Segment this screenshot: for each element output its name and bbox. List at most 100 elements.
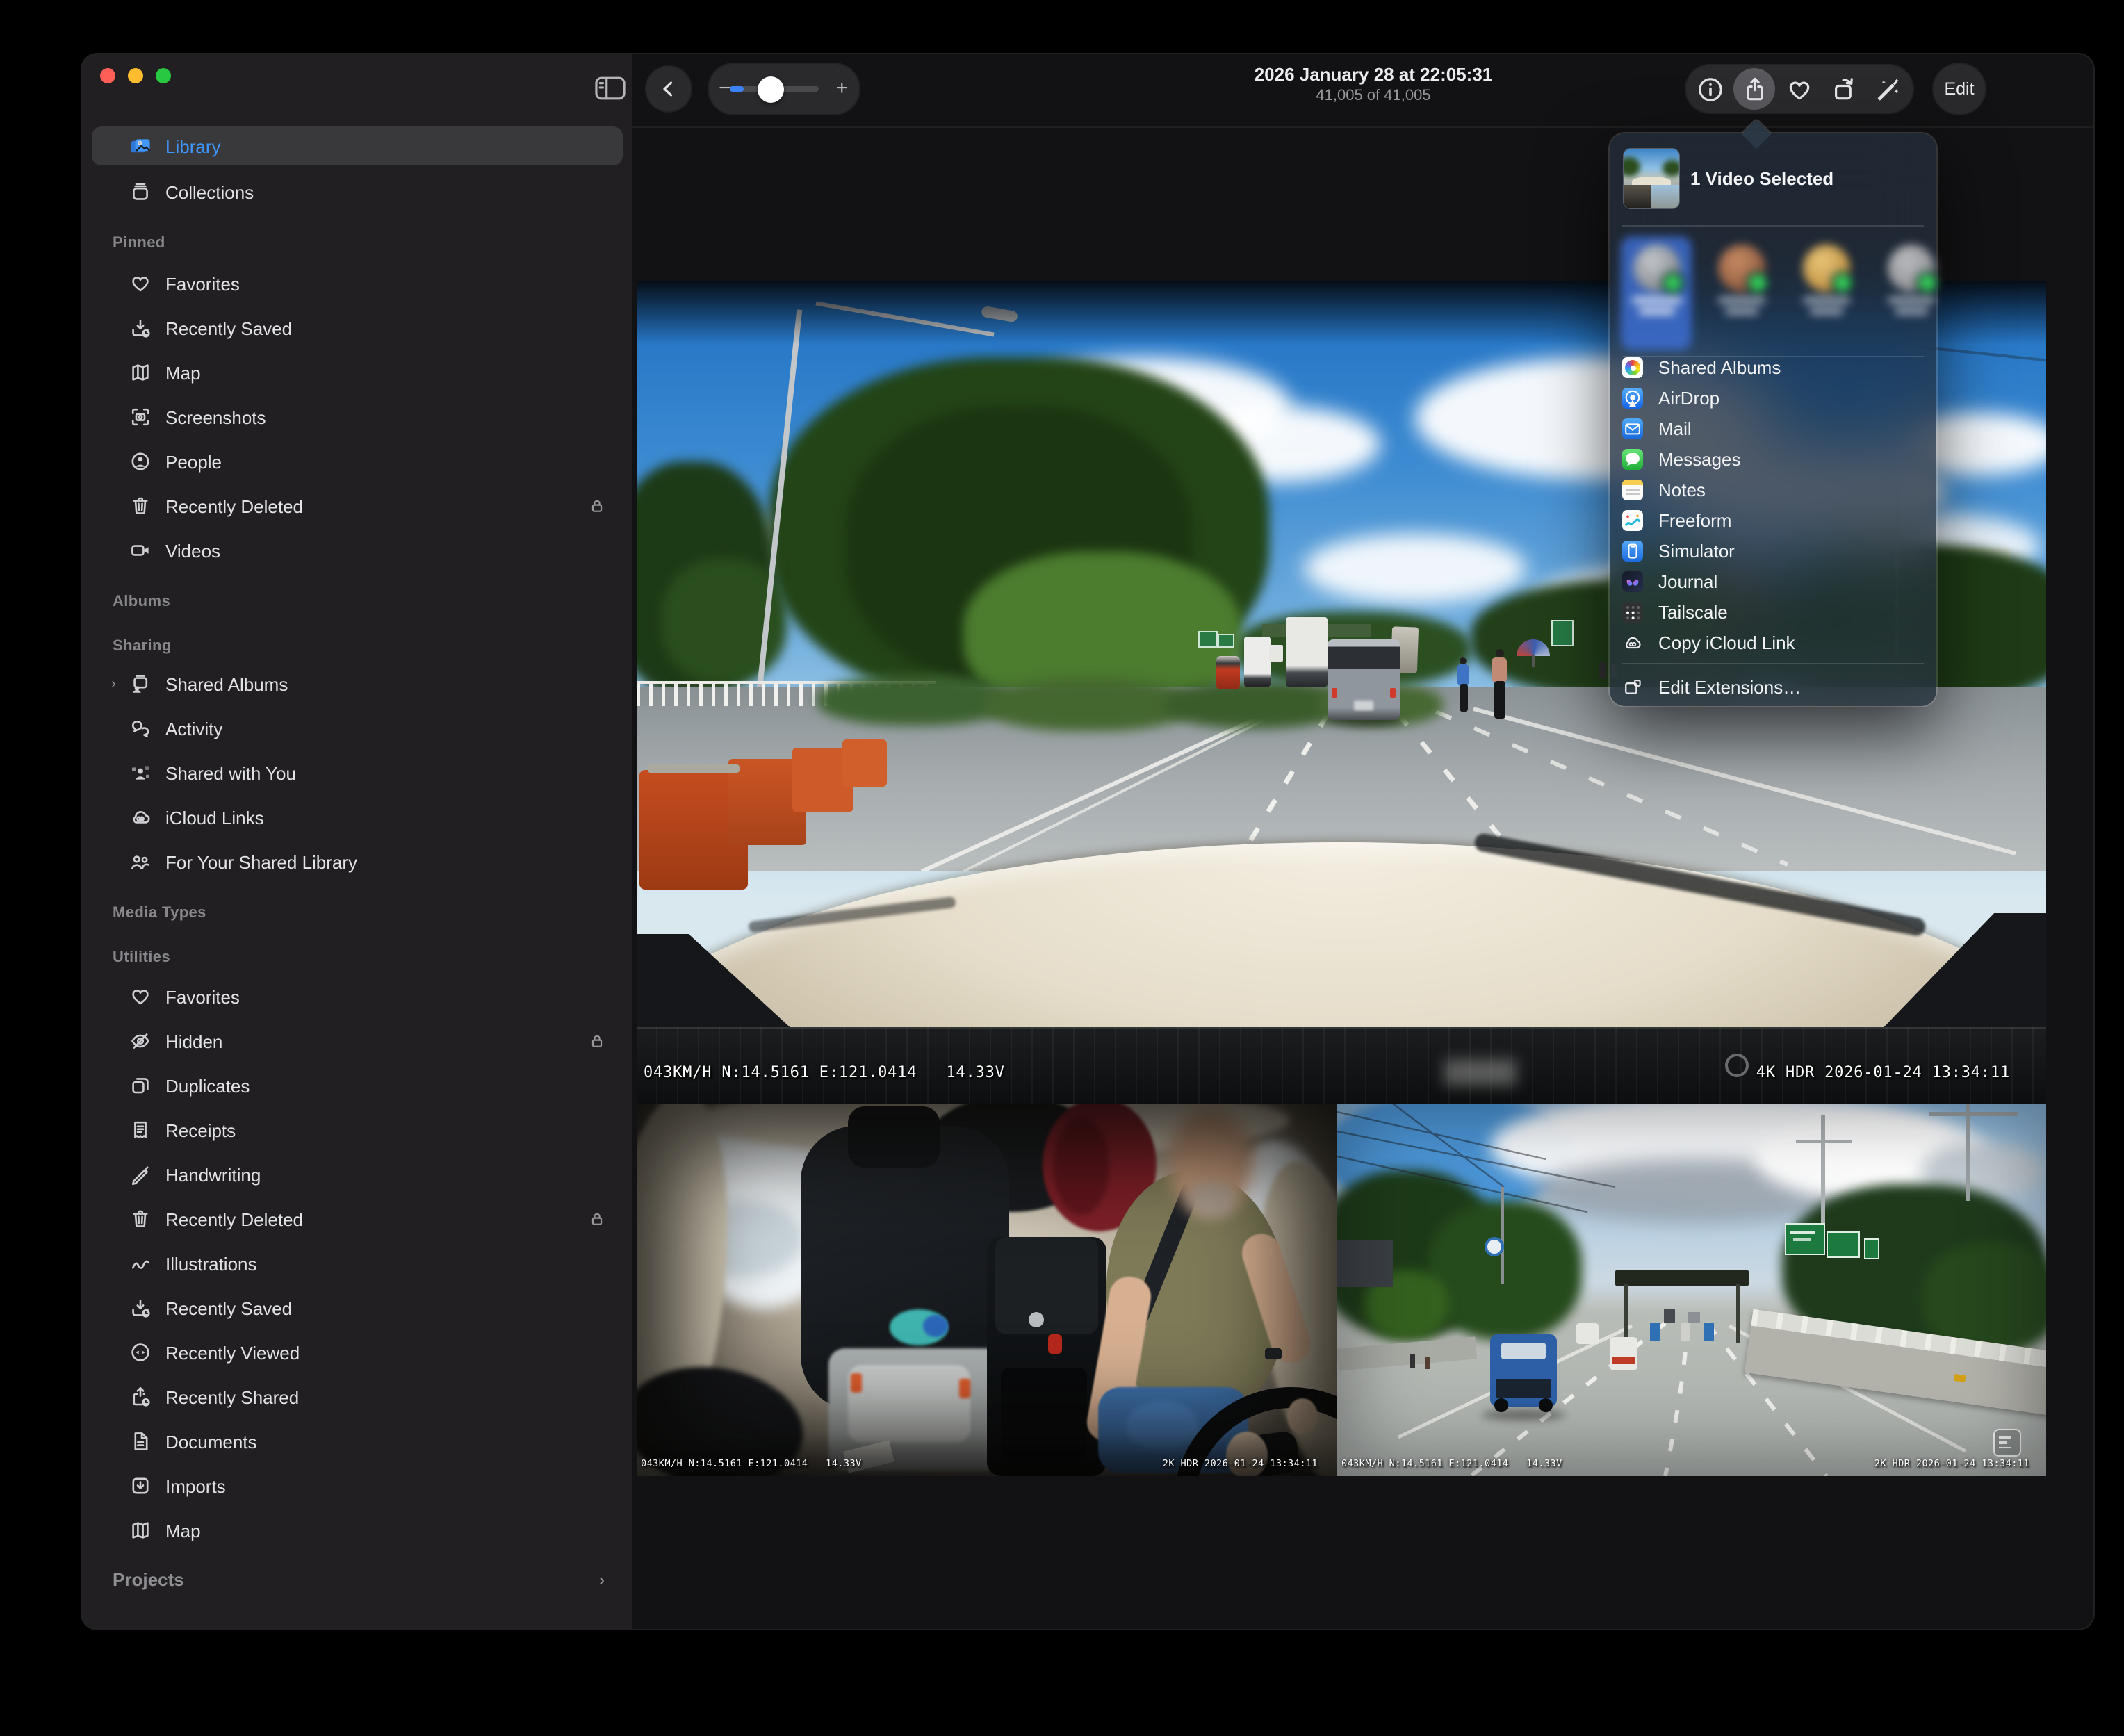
share-option-freeform[interactable]: Freeform [1622,506,1924,535]
sidebar-item-recently-deleted[interactable]: Recently Deleted [92,486,623,525]
sidebar-item-shared-with-you[interactable]: Shared with You [92,753,623,792]
sidebar-item-handwriting[interactable]: Handwriting [92,1155,623,1194]
share-option-notes[interactable]: Notes [1622,475,1924,505]
share-option-mail[interactable]: Mail [1622,414,1924,443]
favorite-button[interactable] [1779,68,1820,110]
zoom-button[interactable] [156,68,171,83]
sidebar-item-receipts[interactable]: Receipts [92,1111,623,1149]
toolbar-actions [1686,65,1913,113]
road-sign-green [1198,631,1218,648]
minimize-button[interactable] [128,68,143,83]
dashcam-cabin-video: 043KM/H N:14.5161 E:121.0414 14.33V 2K H… [637,1104,1337,1476]
sidebar-item-illustrations[interactable]: Illustrations [92,1244,623,1283]
main-content: − + 2026 January 28 at 22:05:31 41,005 o… [632,54,2093,1629]
scribble-icon [129,1252,152,1275]
disclosure-chevron-icon[interactable]: › [111,676,116,691]
dashcam-overlay-left: 043KM/H N:14.5161 E:121.0414 14.33V [641,1458,862,1469]
dashcam-overlay-left: 043KM/H N:14.5161 E:121.0414 14.33V [1341,1458,1562,1469]
photos-window: Library Collections Pinned Favorites Rec… [82,54,2093,1629]
sidebar-item-imports[interactable]: Imports [92,1466,623,1505]
lock-icon [589,497,605,515]
zoom-in-icon[interactable]: + [835,64,848,114]
receipt-icon [129,1119,152,1141]
airdrop-online-badge [1915,271,1938,295]
sidebar-item-recently-viewed[interactable]: Recently Viewed [92,1333,623,1372]
share-button[interactable] [1734,68,1776,110]
sidebar-item-utilities-recently-saved[interactable]: Recently Saved [92,1288,623,1327]
share-option-simulator[interactable]: Simulator [1622,537,1924,566]
map-icon [129,1519,152,1541]
section-header-media-types: Media Types [113,905,206,922]
document-icon [129,1430,152,1452]
zoom-slider-knob[interactable] [758,76,784,102]
motorbike-rider [1487,646,1512,721]
sidebar-item-utilities-recently-deleted[interactable]: Recently Deleted [92,1199,623,1238]
airdrop-contact[interactable] [1624,245,1689,314]
back-button[interactable] [646,67,691,111]
share-option-messages[interactable]: Messages [1622,445,1924,474]
collections-icon [129,181,152,203]
sidebar-item-people[interactable]: People [92,442,623,481]
heart-icon [129,272,152,295]
auto-enhance-button[interactable] [1868,68,1910,110]
airdrop-contact[interactable] [1708,245,1774,314]
sidebar-item-icloud-links[interactable]: iCloud Links [92,798,623,837]
rotate-button[interactable] [1823,68,1865,110]
sidebar-item-utilities-map[interactable]: Map [92,1511,623,1550]
tray-download-clock-icon [129,1297,152,1319]
motorbike-rider [1454,653,1473,714]
sidebar-item-map[interactable]: Map [92,353,623,392]
simulator-app-icon [1622,541,1643,562]
sidebar-item-library[interactable]: Library [92,126,623,165]
share-option-airdrop[interactable]: AirDrop [1622,384,1924,413]
toggle-sidebar-button[interactable] [594,75,627,101]
share-option-edit-extensions[interactable]: Edit Extensions… [1622,673,1924,702]
sidebar-item-projects[interactable]: Projects › [92,1559,623,1598]
sidebar-item-screenshots[interactable]: Screenshots [92,398,623,436]
sidebar-item-hidden[interactable]: Hidden [92,1022,623,1061]
sidebar-item-documents[interactable]: Documents [92,1422,623,1461]
zoom-slider-track[interactable] [730,86,819,92]
sidebar-item-videos[interactable]: Videos [92,531,623,570]
close-button[interactable] [100,68,115,83]
eye-slash-icon [129,1030,152,1052]
trash-icon [129,1208,152,1230]
zoom-out-icon[interactable]: − [719,64,731,114]
tailscale-app-icon [1622,602,1643,623]
airdrop-icon [1622,388,1643,409]
sidebar-item-recently-shared[interactable]: Recently Shared [92,1377,623,1416]
share-option-copy-icloud-link[interactable]: Copy iCloud Link [1622,628,1924,657]
sidebar-item-collections[interactable]: Collections [92,172,623,211]
info-button[interactable] [1689,68,1731,110]
pedestrian [1599,662,1606,678]
section-header-sharing: Sharing [113,638,172,655]
divider [1622,225,1924,227]
shared-albums-icon [129,673,152,695]
lock-icon [589,1032,605,1050]
share-icon [1742,76,1768,102]
sidebar-item-favorites[interactable]: Favorites [92,264,623,303]
share-option-tailscale[interactable]: Tailscale [1622,598,1924,627]
info-icon [1697,76,1723,102]
share-option-journal[interactable]: Journal [1622,567,1924,596]
extensions-icon [1622,677,1643,698]
sidebar-item-recently-saved[interactable]: Recently Saved [92,309,623,347]
lock-icon [589,1210,605,1228]
dashcam-overlay-right: 2K HDR 2026-01-24 13:34:11 [1163,1458,1318,1469]
sidebar-item-activity[interactable]: Activity [92,709,623,748]
share-option-shared-albums[interactable]: Shared Albums [1622,353,1924,382]
sidebar-item-for-your-shared-library[interactable]: For Your Shared Library [92,842,623,881]
sidebar-item-shared-albums[interactable]: › Shared Albums [92,664,623,703]
heart-icon [129,985,152,1008]
sidebar-item-duplicates[interactable]: Duplicates [92,1066,623,1105]
airdrop-contact[interactable] [1793,245,1858,314]
edit-button[interactable]: Edit [1934,64,1985,114]
icloud-link-icon [1622,632,1643,653]
zoom-slider[interactable]: − + [709,64,859,114]
vehicle-gray-suv [1328,639,1400,720]
airdrop-contact[interactable] [1878,245,1943,314]
sidebar-item-utilities-favorites[interactable]: Favorites [92,977,623,1016]
section-header-pinned: Pinned [113,235,165,252]
zoom-slider-fill [730,86,744,92]
street-umbrella [1517,639,1550,667]
